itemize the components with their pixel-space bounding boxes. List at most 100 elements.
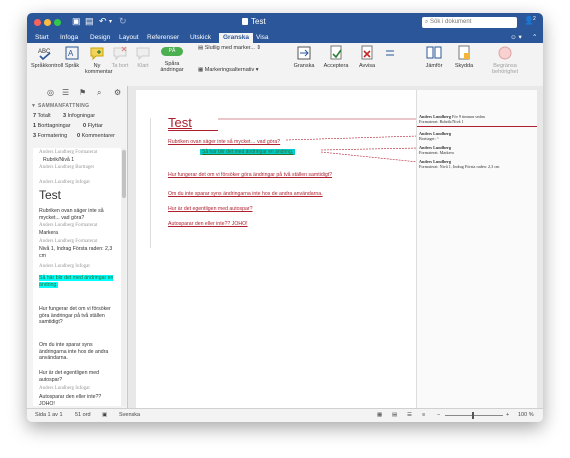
revision-text[interactable]: Om du inte sparar syns ändringarna inte … [39,342,115,362]
new-comment-button[interactable]: Ny kommentar [85,45,113,75]
stat-comments: 0 Kommentarer [77,133,115,139]
scrollbar-thumb[interactable] [121,150,126,198]
web-layout-icon[interactable]: ▤ [392,412,397,418]
track-changes-button[interactable]: PÅ Spåra ändringar [157,45,187,73]
reviewing-pane-button[interactable]: Granska [293,45,315,69]
tab-granska[interactable]: Granska [219,33,254,43]
tab-referenser[interactable]: Referenser [147,33,179,43]
markup-view-dropdown[interactable]: ▤ Slutlig med marker... ⇕ [198,45,288,51]
revision-text[interactable]: Rubriken ovan säger inte så mycket... va… [39,208,115,221]
language-status[interactable]: Svenska [119,412,140,418]
revision-meta: Anders Lundberg Formaterat [39,150,98,155]
restrict-permission-button[interactable]: Begränsa behörighet [485,45,525,75]
revision-text[interactable]: Hur fungerar det om vi försöker göra änd… [39,306,115,326]
tab-layout[interactable]: Layout [119,33,139,43]
revision-meta: Anders Lundberg Infogat [39,264,90,269]
accept-icon [330,45,342,60]
language-button[interactable]: A Språk [61,45,83,69]
revision-meta: Anders Lundberg Infogat [39,180,90,185]
word-window: ▣ ▤ ↶ ▾ ↻ Test ⌕ Sök i dokument 👤 2 Star… [27,13,543,422]
protect-button[interactable]: Skydda [452,45,476,69]
user-count: 2 [533,16,536,22]
previous-change-icon[interactable] [382,45,396,63]
list-icon[interactable]: ☰ [62,88,69,97]
spellcheck-icon: ABC [38,49,51,61]
reviewing-pane-icon [297,46,311,60]
tab-utskick[interactable]: Utskick [190,33,211,43]
tab-infoga[interactable]: Infoga [60,33,78,43]
tab-start[interactable]: Start [35,33,49,43]
revision-text[interactable]: Test [39,189,115,202]
tab-visa[interactable]: Visa [256,33,269,43]
close-window-button[interactable] [34,19,41,26]
sidebar-toggle-icon[interactable]: ▣ [72,16,81,27]
compare-button[interactable]: Jämför [422,45,446,69]
word-count[interactable]: 51 ord [75,412,91,418]
stat-deletions: 1 Borttagningar [33,123,71,129]
revision-text[interactable]: Hur är det egentligen med autospar? [39,370,115,383]
lock-icon [458,45,470,60]
balloon-divider [417,126,537,127]
balloon-connector [285,135,419,141]
outline-icon[interactable]: ☰ [407,412,412,418]
zoom-slider[interactable] [445,415,503,416]
smiley-icon[interactable]: ☺ ▾ [510,33,522,43]
zoom-slider-thumb[interactable] [472,412,474,419]
balloon[interactable]: Anders Lundberg Formaterat: Markera [419,145,535,155]
save-icon[interactable]: ▤ [85,16,94,27]
markup-options-icon: ▦ [198,67,205,73]
document-page[interactable]: Test Rubriken ovan säger inte så mycket…… [136,90,537,408]
markup-area: Anders Lundberg För 9 timmar sedan Format… [416,90,537,408]
reject-button[interactable]: Avvisa [355,45,379,69]
revision-meta: Anders Lundberg Formaterat [39,239,98,244]
navigation-icon[interactable]: ◎ [47,88,54,97]
balloon[interactable]: Anders Lundberg Formaterat: Nivå 1, Indra… [419,159,535,169]
undo-icon[interactable]: ↶ [99,16,107,27]
status-bar: Sida 1 av 1 51 ord ▣ Svenska ▦ ▤ ☰ ≡ − +… [27,408,543,422]
revision-text[interactable]: Så här blir det med ändringar en ändring… [39,275,115,288]
page-count[interactable]: Sida 1 av 1 [35,412,63,418]
language-icon: A [65,46,79,60]
stat-insertions: 3 Infogningar [63,113,96,119]
revisions-pane: ◎ ☰ ⚑ ⌕ ⚙ ▼ SAMMANFATTNING 7 Totalt 3 In… [27,86,128,408]
stat-moves: 0 Flyttar [83,123,103,129]
document-icon: ▤ [198,45,205,51]
stat-total: 7 Totalt [33,113,51,119]
zoom-in-icon[interactable]: + [506,412,509,418]
pane-scrollbar[interactable] [121,148,126,406]
balloon[interactable]: Anders Lundberg För 9 timmar sedan Format… [419,114,535,124]
tab-design[interactable]: Design [90,33,110,43]
track-changes-toggle[interactable]: PÅ [161,47,183,56]
revision-meta: Anders Lundberg Borttaget [39,165,94,170]
draft-icon[interactable]: ≡ [422,412,425,418]
minimize-window-button[interactable] [44,19,51,26]
maximize-window-button[interactable] [54,19,61,26]
print-layout-icon[interactable]: ▦ [377,412,382,418]
document-title: Test [242,17,266,26]
zoom-out-icon[interactable]: − [437,412,440,418]
balloon[interactable]: Anders Lundberg Borttaget: ^ [419,131,535,141]
revision-text[interactable]: Rubrik/Nivå 1 [43,157,119,164]
collapse-ribbon-icon[interactable]: ⌃ [532,33,537,43]
revision-meta: Anders Lundberg Formaterat [39,223,98,228]
zoom-level[interactable]: 100 % [518,412,534,418]
search-icon[interactable]: ⌕ [97,88,101,98]
revision-text[interactable]: Markera [39,230,115,237]
title-bar: ▣ ▤ ↶ ▾ ↻ Test ⌕ Sök i dokument 👤 2 [27,13,543,33]
restrict-permission-icon [498,46,512,60]
markup-options-dropdown[interactable]: ▦ Markeringsalternativ ▾ [198,67,288,73]
search-input[interactable]: ⌕ Sök i dokument [422,17,517,28]
accept-button[interactable]: Acceptera [321,45,351,69]
undo-dropdown-icon[interactable]: ▾ [109,18,112,25]
spellcheck-button[interactable]: ABC Språkkontroll [31,45,63,69]
revisions-list[interactable]: Anders Lundberg Formaterat Rubrik/Nivå 1… [33,148,121,406]
revision-text[interactable]: Nivå 1, Indrag Första raden: 2,3 cm [39,246,115,259]
flag-icon[interactable]: ⚑ [79,88,86,97]
resolve-comment-button[interactable]: Klart [133,45,153,69]
revision-text[interactable]: Autosparar den eller inte?? JOHO! [39,394,115,406]
balloon-connector [320,147,419,151]
gear-icon[interactable]: ⚙ [114,88,121,97]
redo-icon[interactable]: ↻ [119,16,127,27]
delete-comment-button[interactable]: Ta bort [110,45,130,69]
proofing-icon[interactable]: ▣ [102,412,107,418]
